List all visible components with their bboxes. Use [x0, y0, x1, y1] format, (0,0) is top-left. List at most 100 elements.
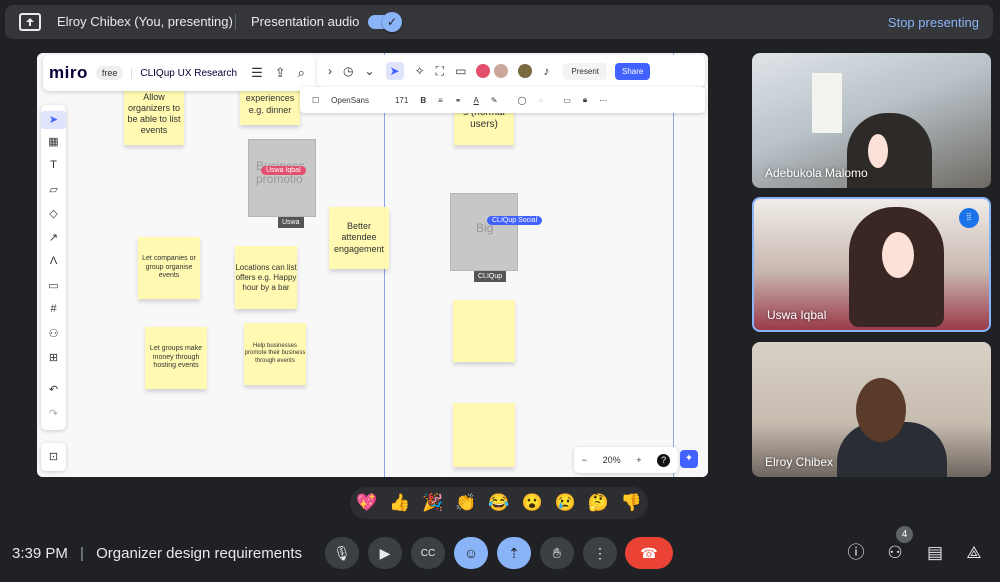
microphone-button[interactable]: 🎙︎: [325, 537, 359, 569]
meeting-info: 3:39 PM | Organizer design requirements: [12, 545, 302, 562]
presentation-audio-toggle[interactable]: ✓: [368, 12, 402, 32]
sticky-note[interactable]: Better attendee engagement: [329, 207, 389, 269]
reactions-button[interactable]: ☺: [454, 537, 488, 569]
info-icon[interactable]: ⓘ: [844, 541, 868, 565]
plan-badge[interactable]: free: [95, 66, 124, 80]
activities-icon[interactable]: ⟁: [962, 541, 986, 565]
sticky-note-empty[interactable]: [453, 300, 515, 362]
chevron-right-icon[interactable]: ›: [328, 64, 332, 78]
reaction-thinking-icon[interactable]: 🤔: [588, 493, 609, 513]
comment-icon[interactable]: ▭: [563, 96, 571, 105]
captions-button[interactable]: CC: [411, 537, 445, 569]
sticky-note[interactable]: Let companies or group organise events: [138, 237, 200, 299]
participant-name: Elroy Chibex: [765, 455, 834, 469]
reaction-sad-icon[interactable]: 😢: [555, 493, 576, 513]
reaction-thumbs-up-icon[interactable]: 👍: [389, 493, 410, 513]
shape-icon[interactable]: ☐: [312, 96, 319, 105]
align-icon[interactable]: ≡: [438, 96, 443, 105]
sticky-note[interactable]: Locations can list offers e.g. Happy hou…: [235, 246, 297, 309]
avatar[interactable]: [476, 64, 491, 78]
chat-icon[interactable]: ▤: [923, 541, 947, 565]
add-icon[interactable]: ⊞: [41, 351, 66, 364]
more-icon[interactable]: ⋯: [599, 96, 607, 105]
bell-icon[interactable]: ♪: [543, 64, 549, 78]
reaction-surprised-icon[interactable]: 😮: [522, 493, 543, 513]
highlight-icon[interactable]: ✎: [491, 96, 498, 105]
share-button[interactable]: Share: [615, 62, 651, 80]
miro-tool-rail: ➤ ▦ T ▱ ◇ ↗ Λ ▭ # ⚇ ⊞ ↶ ↷: [41, 105, 66, 430]
face-placeholder: [882, 232, 914, 278]
zoom-in-icon[interactable]: +: [636, 455, 641, 465]
undo-icon[interactable]: ↶: [41, 383, 66, 396]
presenting-bar: Elroy Chibex (You, presenting) Presentat…: [5, 5, 993, 39]
board-name[interactable]: CLIQup UX Research: [131, 67, 237, 79]
format-toolbar: ☐ OpenSans 171 B ≡ ⚭ A ✎ ◯ ○ ▭ 🔒︎ ⋯: [300, 87, 705, 113]
font-family-select[interactable]: OpenSans: [331, 96, 369, 105]
user-tag: CLIQup: [474, 271, 507, 282]
participant-tile-active[interactable]: ⦙⦙ Uswa Iqbal: [752, 197, 991, 332]
camera-icon: ▶: [379, 544, 391, 561]
connector-icon[interactable]: ↗: [41, 231, 66, 244]
check-icon: ✓: [382, 12, 402, 32]
apps-icon[interactable]: ⚇: [41, 327, 66, 340]
leave-call-button[interactable]: ☎︎: [625, 537, 673, 569]
reaction-heart-icon[interactable]: 💖: [356, 493, 377, 513]
help-icon[interactable]: ?: [657, 453, 671, 467]
sticky-note[interactable]: Allow organizers to be able to list even…: [124, 83, 184, 145]
avatar[interactable]: [518, 64, 533, 78]
participant-tile[interactable]: Adebukola Malomo: [752, 53, 991, 188]
sticky-note-empty[interactable]: [453, 403, 515, 467]
reactions-icon[interactable]: ✧: [415, 64, 425, 78]
participant-tile[interactable]: Elroy Chibex: [752, 342, 991, 477]
more-options-button[interactable]: ⋮: [583, 537, 617, 569]
templates-icon[interactable]: ▦: [41, 135, 66, 148]
sparkle-icon[interactable]: ✦: [680, 450, 698, 468]
sticky-note-icon[interactable]: ▱: [41, 183, 66, 196]
stop-presenting-button[interactable]: Stop presenting: [888, 15, 979, 30]
bold-icon[interactable]: B: [420, 96, 426, 105]
reaction-laugh-icon[interactable]: 😂: [488, 493, 509, 513]
reaction-clap-icon[interactable]: 👏: [455, 493, 476, 513]
camera-button[interactable]: ▶: [368, 537, 402, 569]
more-vert-icon: ⋮: [593, 544, 607, 561]
present-screen-icon: ⇡: [508, 544, 520, 561]
raise-hand-button[interactable]: ✋︎: [540, 537, 574, 569]
shapes-icon[interactable]: ◇: [41, 207, 66, 220]
link-icon[interactable]: ⚭: [455, 96, 462, 105]
zoom-controls: − 20% + ?: [574, 447, 678, 473]
select-tool-icon[interactable]: ➤: [41, 111, 66, 129]
emoji-icon: ☺: [463, 545, 479, 561]
present-now-button[interactable]: ⇡: [497, 537, 531, 569]
pen-icon[interactable]: Λ: [41, 255, 66, 267]
chevron-down-icon[interactable]: ⌄: [364, 64, 374, 78]
zoom-out-icon[interactable]: −: [582, 455, 587, 465]
menu-icon[interactable]: ☰: [251, 65, 263, 81]
search-icon[interactable]: ⌕: [298, 65, 305, 81]
present-button[interactable]: Present: [563, 62, 607, 80]
miro-logo[interactable]: miro: [49, 63, 88, 83]
comment-icon[interactable]: ▭: [455, 64, 466, 78]
text-tool-icon[interactable]: T: [41, 159, 66, 171]
frame-tool-icon[interactable]: #: [41, 303, 66, 315]
lock-icon[interactable]: 🔒︎: [583, 95, 587, 105]
divider: [235, 14, 236, 30]
export-icon[interactable]: ⇪: [275, 65, 286, 81]
fill-color-icon[interactable]: ○: [539, 96, 544, 105]
participant-name: Uswa Iqbal: [767, 308, 827, 322]
frame-icon[interactable]: ⛶: [436, 64, 444, 79]
redo-icon[interactable]: ↷: [41, 407, 66, 420]
comment-tool-icon[interactable]: ▭: [41, 279, 66, 292]
timer-icon[interactable]: ◷: [343, 64, 353, 78]
sticky-note[interactable]: Help businesses promote their business t…: [244, 323, 306, 385]
font-size-input[interactable]: 171: [395, 96, 408, 105]
border-color-icon[interactable]: ◯: [518, 96, 527, 105]
frames-panel-icon[interactable]: ⊡: [41, 443, 66, 471]
reaction-thumbs-down-icon[interactable]: 👎: [621, 493, 642, 513]
reaction-party-icon[interactable]: 🎉: [422, 493, 443, 513]
people-icon[interactable]: ⚇: [883, 541, 907, 565]
text-color-icon[interactable]: A: [474, 96, 479, 105]
select-cursor-icon[interactable]: ➤: [385, 62, 404, 80]
avatar[interactable]: [494, 64, 509, 78]
speaking-indicator-icon: ⦙⦙: [959, 208, 979, 228]
sticky-note[interactable]: Let groups make money through hosting ev…: [145, 327, 207, 389]
